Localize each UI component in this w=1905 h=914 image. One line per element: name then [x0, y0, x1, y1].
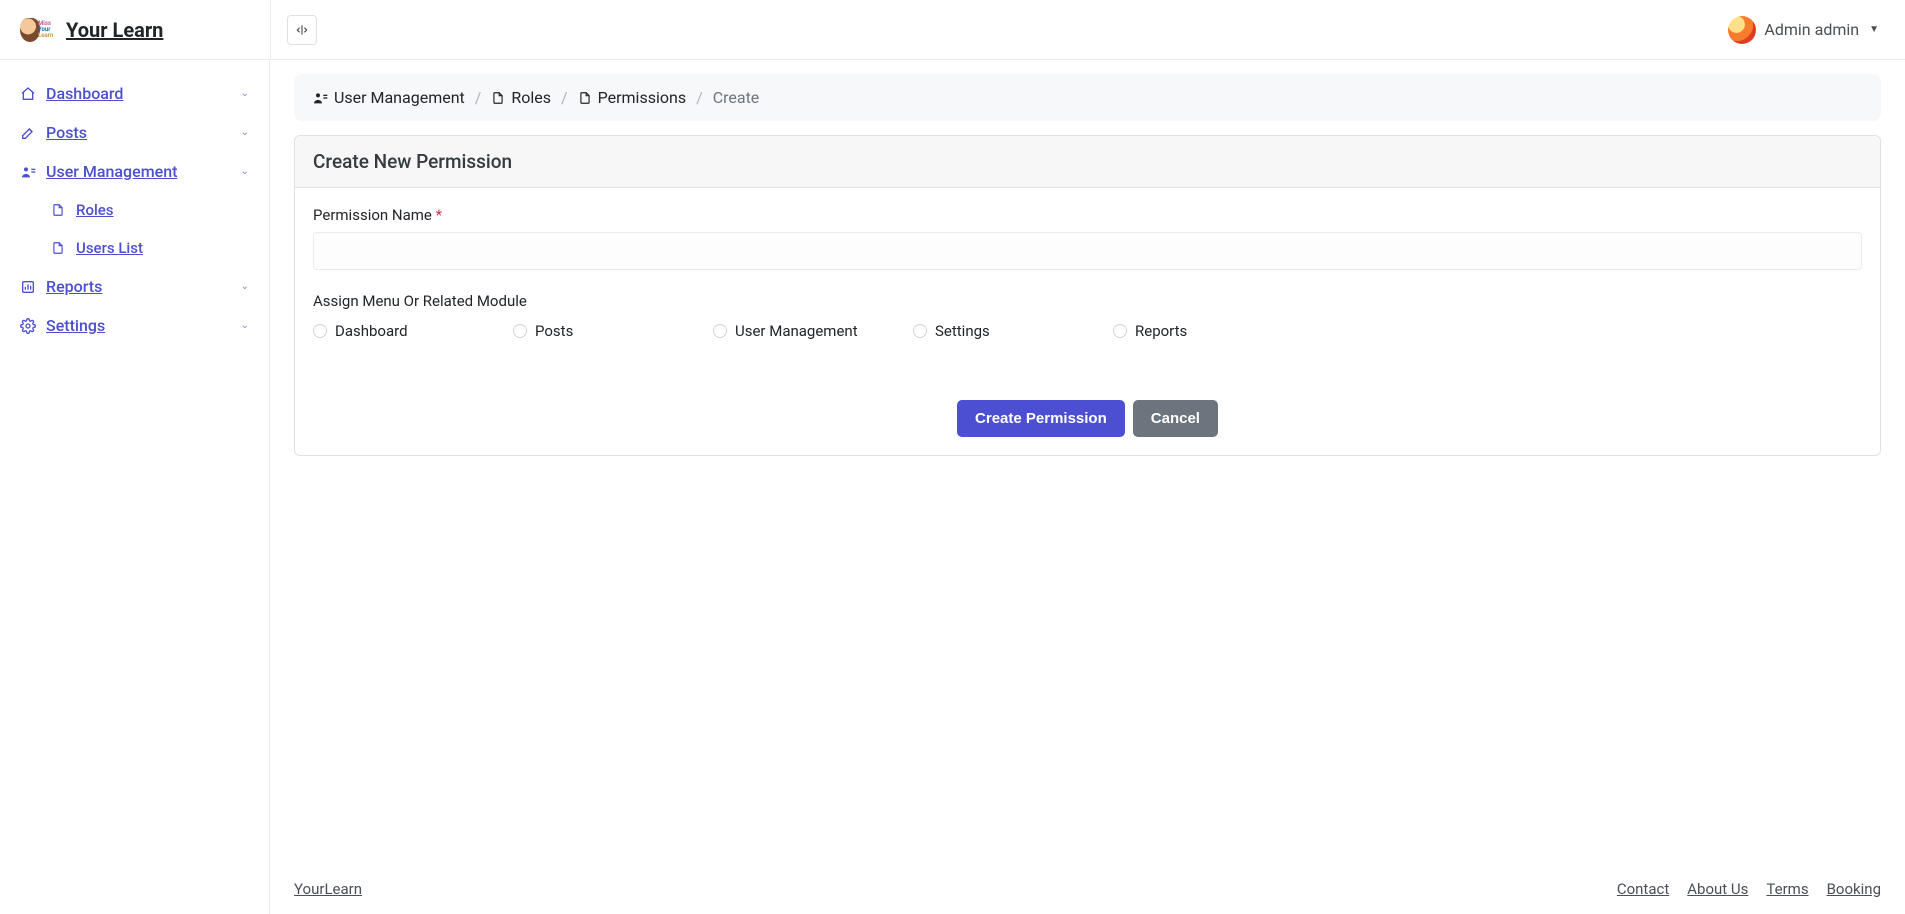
radio-icon [713, 324, 727, 338]
permission-name-label-text: Permission Name [313, 206, 432, 224]
footer-brand-link[interactable]: YourLearn [294, 880, 362, 898]
create-permission-card: Create New Permission Permission Name * … [294, 135, 1881, 456]
footer-link-about[interactable]: About Us [1687, 880, 1748, 898]
sidebar-item-settings[interactable]: Settings ⌄ [16, 306, 253, 345]
sidebar-subitem-label: Users List [76, 239, 143, 257]
breadcrumb-label: Create [713, 88, 760, 107]
radio-icon [313, 324, 327, 338]
sidebar: Dashboard ⌄ Posts ⌄ User Man [0, 60, 270, 914]
sidebar-item-reports[interactable]: Reports ⌄ [16, 267, 253, 306]
topbar: Miss Your Learn Your Learn Admin admin [0, 0, 1905, 60]
footer-link-terms[interactable]: Terms [1766, 880, 1808, 898]
radio-icon [913, 324, 927, 338]
footer: YourLearn Contact About Us Terms Booking [270, 868, 1905, 914]
chart-icon [20, 279, 36, 295]
module-option-label: User Management [735, 322, 858, 340]
user-display-name: Admin admin [1764, 20, 1859, 39]
module-option-label: Posts [535, 322, 573, 340]
topbar-main: Admin admin ▼ [270, 0, 1905, 59]
radio-icon [513, 324, 527, 338]
form-actions: Create Permission Cancel [313, 400, 1862, 437]
radio-icon [1113, 324, 1127, 338]
permission-name-label: Permission Name * [313, 206, 1862, 224]
brand-link[interactable]: Miss Your Learn Your Learn [20, 18, 163, 42]
brand-name: Your Learn [66, 18, 163, 42]
sidebar-subitem-label: Roles [76, 201, 114, 219]
user-group-icon [20, 164, 36, 180]
breadcrumb-label: Roles [511, 88, 551, 107]
module-option-label: Dashboard [335, 322, 408, 340]
edit-icon [20, 125, 36, 141]
sidebar-submenu-user-management: Roles Users List [16, 191, 253, 267]
arrows-horizontal-icon [295, 23, 309, 37]
chevron-down-icon: ⌄ [241, 320, 249, 331]
file-icon [50, 202, 66, 218]
sidebar-subitem-users-list[interactable]: Users List [46, 229, 253, 267]
home-icon [20, 86, 36, 102]
chevron-down-icon: ⌄ [241, 88, 249, 99]
brand-logo-icon: Miss Your Learn [20, 18, 60, 42]
topbar-brand-area: Miss Your Learn Your Learn [0, 18, 270, 42]
user-menu-dropdown[interactable]: Admin admin ▼ [1728, 16, 1889, 44]
breadcrumb-separator: / [561, 88, 568, 107]
gear-icon [20, 318, 36, 334]
file-icon [50, 240, 66, 256]
sidebar-item-label: Reports [46, 277, 102, 296]
required-asterisk: * [436, 206, 442, 224]
footer-link-booking[interactable]: Booking [1827, 880, 1881, 898]
module-option-label: Settings [935, 322, 990, 340]
breadcrumb-item-roles[interactable]: Roles [491, 88, 551, 107]
module-option-user-management[interactable]: User Management [713, 322, 913, 340]
user-group-icon [312, 90, 328, 106]
sidebar-item-posts[interactable]: Posts ⌄ [16, 113, 253, 152]
sidebar-item-label: User Management [46, 162, 177, 181]
breadcrumb-label: User Management [334, 88, 465, 107]
chevron-down-icon: ⌄ [241, 281, 249, 292]
sidebar-item-user-management[interactable]: User Management ⌄ [16, 152, 253, 191]
caret-down-icon: ▼ [1869, 24, 1879, 35]
breadcrumb-item-permissions[interactable]: Permissions [578, 88, 686, 107]
sidebar-item-dashboard[interactable]: Dashboard ⌄ [16, 74, 253, 113]
create-permission-button[interactable]: Create Permission [957, 400, 1125, 437]
cancel-button[interactable]: Cancel [1133, 400, 1218, 437]
sidebar-item-label: Posts [46, 123, 87, 142]
permission-name-input[interactable] [313, 232, 1862, 270]
module-option-settings[interactable]: Settings [913, 322, 1113, 340]
avatar [1728, 16, 1756, 44]
module-option-reports[interactable]: Reports [1113, 322, 1313, 340]
sidebar-item-label: Settings [46, 316, 105, 335]
breadcrumb: User Management / Roles / Perm [294, 74, 1881, 121]
file-icon [578, 91, 592, 105]
module-radio-group: Dashboard Posts User Management [313, 322, 1862, 340]
breadcrumb-item-user-management[interactable]: User Management [312, 88, 465, 107]
module-option-posts[interactable]: Posts [513, 322, 713, 340]
module-option-dashboard[interactable]: Dashboard [313, 322, 513, 340]
sidebar-subitem-roles[interactable]: Roles [46, 191, 253, 229]
breadcrumb-separator: / [696, 88, 703, 107]
sidebar-toggle-button[interactable] [287, 15, 317, 45]
assign-module-label: Assign Menu Or Related Module [313, 292, 1862, 310]
card-title: Create New Permission [295, 136, 1880, 188]
main-content: User Management / Roles / Perm [270, 60, 1905, 914]
footer-link-contact[interactable]: Contact [1617, 880, 1669, 898]
sidebar-item-label: Dashboard [46, 84, 123, 103]
breadcrumb-separator: / [475, 88, 482, 107]
chevron-down-icon: ⌄ [241, 166, 249, 177]
breadcrumb-item-create: Create [713, 88, 760, 107]
module-option-label: Reports [1135, 322, 1187, 340]
chevron-down-icon: ⌄ [241, 127, 249, 138]
breadcrumb-label: Permissions [598, 88, 686, 107]
file-icon [491, 91, 505, 105]
